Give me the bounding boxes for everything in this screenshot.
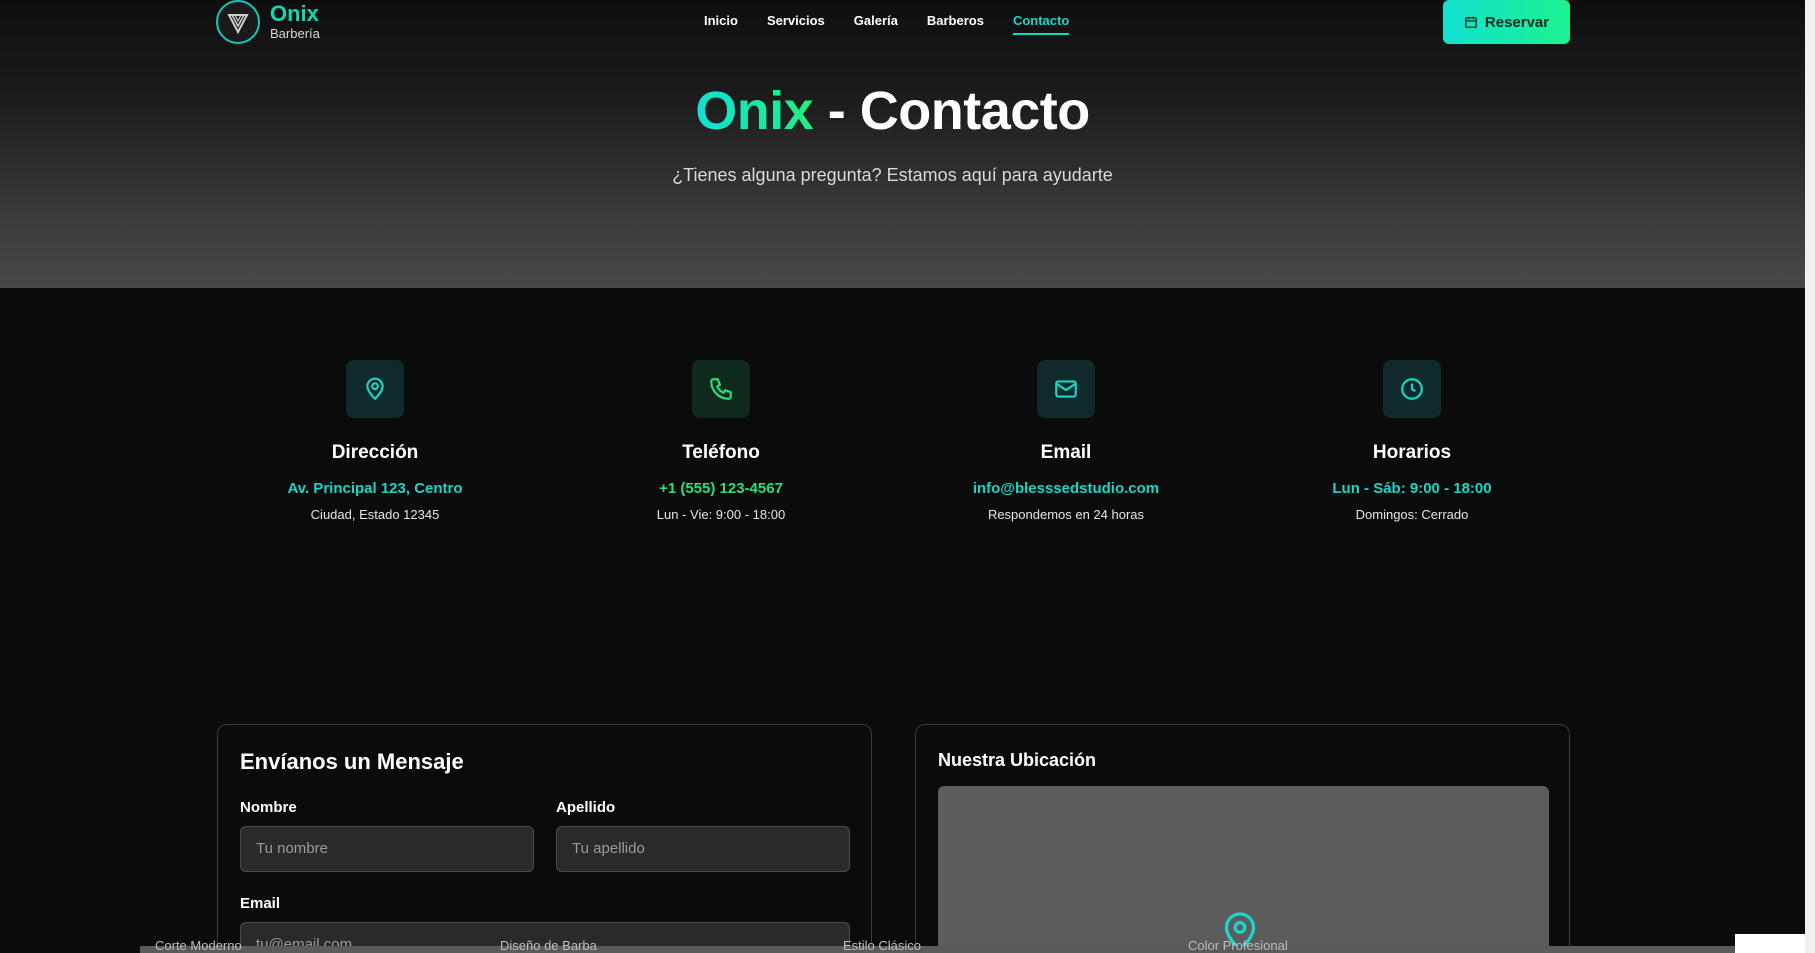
info-title: Horarios bbox=[1372, 442, 1452, 463]
info-detail: Ciudad, Estado 12345 bbox=[310, 507, 440, 522]
location-panel: Nuestra Ubicación bbox=[915, 724, 1570, 953]
page-title: Onix - Contacto bbox=[0, 80, 1785, 142]
overlay-box bbox=[1735, 934, 1805, 953]
brand-name: Onix bbox=[270, 1, 319, 26]
map-title: Nuestra Ubicación bbox=[938, 750, 1097, 770]
page-subtitle: ¿Tienes alguna pregunta? Estamos aquí pa… bbox=[672, 165, 1113, 185]
info-value[interactable]: +1 (555) 123-4567 bbox=[561, 480, 881, 497]
bottom-strip bbox=[140, 946, 1740, 953]
info-value: Av. Principal 123, Centro bbox=[287, 480, 463, 497]
reserve-label: Reservar bbox=[1484, 13, 1550, 31]
info-title: Email bbox=[1040, 442, 1092, 463]
info-detail: Domingos: Cerrado bbox=[1355, 507, 1469, 522]
apellido-label: Apellido bbox=[556, 799, 616, 816]
page: Onix Barbería Inicio Servicios Galería B… bbox=[0, 0, 1805, 953]
top-nav: Onix Barbería Inicio Servicios Galería B… bbox=[0, 0, 1805, 60]
nombre-label: Nombre bbox=[240, 799, 297, 816]
phone-icon bbox=[692, 360, 750, 418]
info-card-email: Email info@blesssedstudio.com Respondemo… bbox=[906, 360, 1226, 522]
logo-badge-icon bbox=[216, 0, 260, 44]
strip-item: Estilo Clásico bbox=[843, 938, 922, 953]
info-title: Dirección bbox=[331, 442, 419, 463]
page-title-rest: - Contacto bbox=[813, 81, 1090, 141]
mail-icon bbox=[1037, 360, 1095, 418]
nombre-input[interactable]: Tu nombre bbox=[240, 826, 534, 872]
page-title-brand: Onix bbox=[695, 81, 814, 141]
info-detail: Lun - Vie: 9:00 - 18:00 bbox=[656, 507, 786, 522]
brand-subtitle: Barbería bbox=[270, 26, 320, 41]
form-title: Envíanos un Mensaje bbox=[240, 749, 464, 774]
email-label: Email bbox=[240, 895, 281, 912]
calendar-icon bbox=[1464, 16, 1477, 28]
info-card-hours: Horarios Lun - Sáb: 9:00 - 18:00 Domingo… bbox=[1252, 360, 1572, 522]
nav-link-servicios[interactable]: Servicios bbox=[767, 13, 825, 35]
strip-item: Color Profesional bbox=[1188, 938, 1288, 953]
nav-links: Inicio Servicios Galería Barberos Contac… bbox=[704, 13, 1098, 35]
strip-item: Diseño de Barba bbox=[500, 938, 597, 953]
scrollbar[interactable] bbox=[1805, 0, 1815, 953]
nav-link-galeria[interactable]: Galería bbox=[854, 13, 898, 35]
clock-icon bbox=[1383, 360, 1441, 418]
info-value[interactable]: info@blesssedstudio.com bbox=[906, 480, 1226, 497]
contact-form-panel: Envíanos un Mensaje Nombre Tu nombre Ape… bbox=[217, 724, 872, 953]
info-card-phone: Teléfono +1 (555) 123-4567 Lun - Vie: 9:… bbox=[561, 360, 881, 522]
info-title: Teléfono bbox=[682, 442, 760, 463]
reserve-button[interactable]: Reservar bbox=[1443, 0, 1570, 44]
strip-item: Corte Moderno bbox=[155, 938, 242, 953]
apellido-input[interactable]: Tu apellido bbox=[556, 826, 850, 872]
map-pin-icon bbox=[346, 360, 404, 418]
logo[interactable]: Onix Barbería bbox=[216, 0, 320, 44]
info-value: Lun - Sáb: 9:00 - 18:00 bbox=[1332, 480, 1492, 497]
map-area[interactable] bbox=[938, 786, 1549, 953]
info-detail: Respondemos en 24 horas bbox=[987, 507, 1145, 522]
info-card-address: Dirección Av. Principal 123, Centro Ciud… bbox=[215, 360, 535, 522]
hero-section: Onix Barbería Inicio Servicios Galería B… bbox=[0, 0, 1805, 288]
nav-link-barberos[interactable]: Barberos bbox=[927, 13, 984, 35]
nav-link-contacto[interactable]: Contacto bbox=[1012, 13, 1070, 35]
nav-link-inicio[interactable]: Inicio bbox=[704, 13, 738, 35]
